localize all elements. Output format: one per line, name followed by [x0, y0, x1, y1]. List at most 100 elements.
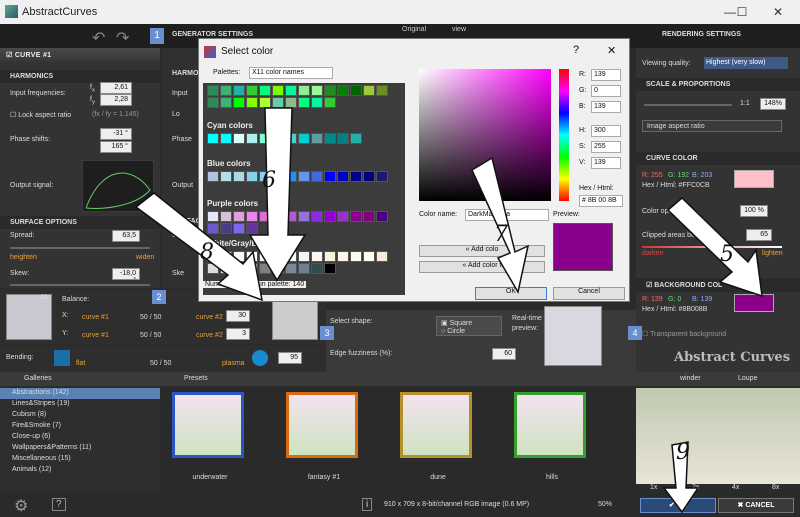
color-swatch[interactable] — [246, 97, 258, 108]
color-swatch[interactable] — [246, 223, 258, 234]
gallery-item[interactable]: Fire&Smoke (7) — [0, 421, 160, 432]
color-swatch[interactable] — [220, 251, 232, 262]
bending-input[interactable]: 95 — [278, 352, 302, 364]
gallery-item[interactable]: Cubism (8) — [0, 410, 160, 421]
color-swatch[interactable] — [376, 211, 388, 222]
color-swatch[interactable] — [259, 251, 271, 262]
zoom-8x[interactable]: 8x — [772, 484, 779, 491]
skew-slider[interactable] — [10, 284, 150, 286]
color-swatch[interactable] — [285, 171, 297, 182]
color-swatch[interactable] — [298, 263, 310, 274]
color-swatch[interactable] — [272, 211, 284, 222]
zoom-4x[interactable]: 4x — [732, 484, 739, 491]
color-swatch[interactable] — [285, 85, 297, 96]
color-swatch[interactable] — [207, 211, 219, 222]
color-swatch[interactable] — [363, 251, 375, 262]
transparent-bg-checkbox[interactable]: ☐ Transparent background — [642, 330, 726, 338]
add-color-button[interactable]: « Add colo — [419, 245, 545, 257]
gallery-item[interactable]: Animals (12) — [0, 465, 160, 476]
skew-input[interactable]: -18,0 ° — [112, 268, 140, 284]
hex-input[interactable]: # 8B 00 8B — [579, 195, 623, 207]
color-swatch[interactable] — [220, 263, 232, 274]
color-swatch[interactable] — [337, 171, 349, 182]
color-swatch[interactable] — [337, 85, 349, 96]
color-swatch[interactable] — [207, 85, 219, 96]
preset-dune[interactable] — [400, 392, 472, 458]
color-swatch[interactable] — [324, 85, 336, 96]
color-swatch[interactable] — [298, 211, 310, 222]
color-name-input[interactable]: DarkMagenta — [465, 209, 549, 221]
dialog-ok-button[interactable]: OK — [475, 287, 547, 300]
palette-select[interactable]: X11 color names — [249, 67, 333, 79]
viewing-quality-select[interactable]: Highest (very slow) — [704, 57, 788, 69]
color-swatch[interactable] — [337, 133, 349, 144]
preset-hills[interactable] — [514, 392, 586, 458]
color-swatch[interactable] — [233, 133, 245, 144]
balance-x-input[interactable]: 30 — [226, 310, 250, 322]
color-swatch[interactable] — [285, 133, 297, 144]
color-swatch[interactable] — [246, 251, 258, 262]
color-swatch[interactable] — [246, 85, 258, 96]
color-swatch[interactable] — [220, 223, 232, 234]
aspect-select[interactable]: Image aspect ratio — [642, 120, 782, 132]
color-swatch[interactable] — [246, 133, 258, 144]
color-swatch[interactable] — [324, 97, 336, 108]
color-swatch[interactable] — [363, 85, 375, 96]
color-swatch[interactable] — [259, 97, 271, 108]
color-swatch[interactable] — [298, 251, 310, 262]
color-swatch[interactable] — [233, 171, 245, 182]
square-option[interactable]: ▣ Square — [441, 319, 472, 327]
color-swatch[interactable] — [350, 85, 362, 96]
balance-y-input[interactable]: 3 — [226, 328, 250, 340]
color-swatch[interactable] — [311, 85, 323, 96]
preset-underwater[interactable] — [172, 392, 244, 458]
color-swatch[interactable] — [324, 133, 336, 144]
color-swatch[interactable] — [233, 97, 245, 108]
color-swatch[interactable] — [220, 211, 232, 222]
color-swatch[interactable] — [376, 251, 388, 262]
scale-slider[interactable] — [644, 104, 732, 106]
scale-input[interactable]: 148% — [760, 98, 786, 110]
color-swatch[interactable] — [220, 85, 232, 96]
color-swatch[interactable] — [259, 85, 271, 96]
gallery-item[interactable]: Abstractions (142) — [0, 388, 160, 399]
color-swatch[interactable] — [272, 85, 284, 96]
r-input[interactable]: 139 — [591, 69, 621, 81]
color-swatch[interactable] — [350, 251, 362, 262]
color-swatch[interactable] — [311, 97, 323, 108]
color-swatch[interactable] — [311, 171, 323, 182]
fy-input[interactable]: 2,28 — [100, 94, 132, 106]
color-swatch[interactable] — [350, 171, 362, 182]
zoom-1x[interactable]: 1x — [650, 484, 657, 491]
saturation-value-picker[interactable] — [419, 69, 551, 201]
color-swatch[interactable] — [233, 223, 245, 234]
gallery-item[interactable]: Wallpapers&Patterns (11) — [0, 443, 160, 454]
opacity-input[interactable]: 100 % — [740, 205, 768, 217]
color-swatch[interactable] — [207, 223, 219, 234]
color-swatch[interactable] — [324, 251, 336, 262]
dialog-close-button[interactable]: ✕ — [607, 44, 616, 57]
color-swatch[interactable] — [311, 133, 323, 144]
color-swatch[interactable] — [272, 251, 284, 262]
gallery-item[interactable]: Close-up (6) — [0, 432, 160, 443]
px-input[interactable]: -31 ° — [100, 128, 132, 140]
color-swatch[interactable] — [246, 211, 258, 222]
circle-option[interactable]: ○ Circle — [441, 328, 465, 335]
color-swatch[interactable] — [376, 85, 388, 96]
color-swatch[interactable] — [220, 171, 232, 182]
color-swatch[interactable] — [324, 211, 336, 222]
color-swatch[interactable] — [376, 171, 388, 182]
bg-color-swatch[interactable] — [734, 294, 774, 312]
color-swatch[interactable] — [285, 263, 297, 274]
hue-slider[interactable] — [559, 69, 569, 201]
color-swatch[interactable] — [298, 171, 310, 182]
color-swatch[interactable] — [324, 171, 336, 182]
color-swatch[interactable] — [259, 133, 271, 144]
edge-fuzziness-input[interactable]: 60 — [492, 348, 516, 360]
main-ok-button[interactable]: ✔ OK — [640, 498, 716, 513]
color-swatch[interactable] — [324, 263, 336, 274]
color-swatch[interactable] — [272, 133, 284, 144]
color-swatch[interactable] — [311, 263, 323, 274]
py-input[interactable]: 165 ° — [100, 141, 132, 153]
preset-fantasy[interactable] — [286, 392, 358, 458]
